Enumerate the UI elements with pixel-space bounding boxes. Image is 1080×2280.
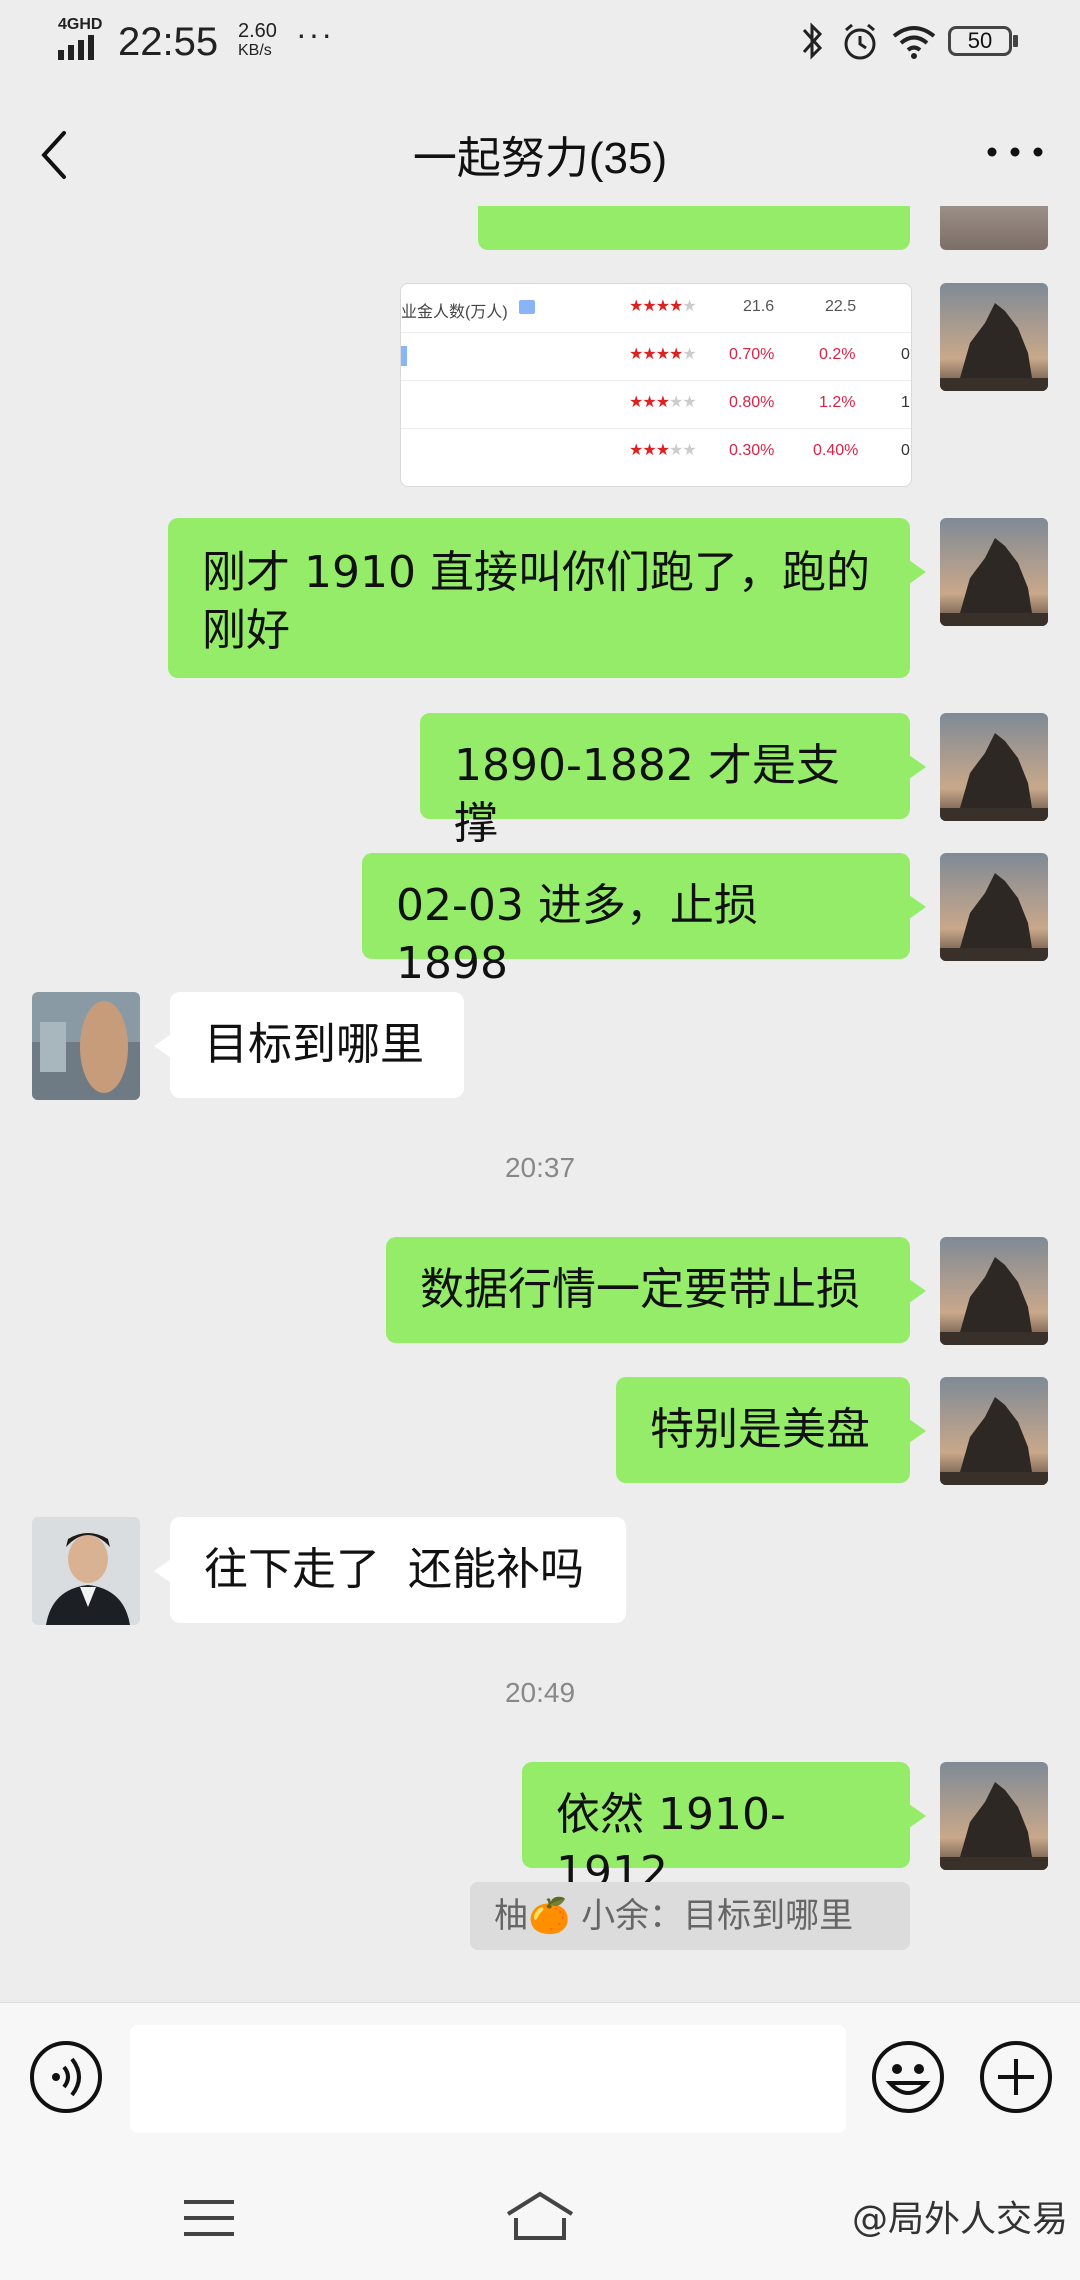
gym-avatar-image xyxy=(32,992,140,1100)
table-row: ★★★★★ 0.80% 1.2% 1 xyxy=(401,380,911,429)
message-text: 数据行情一定要带止损 xyxy=(420,1264,860,1315)
my-avatar[interactable] xyxy=(940,206,1048,250)
voice-input-icon[interactable] xyxy=(28,2039,104,2115)
table-cell: 0 xyxy=(901,346,910,363)
status-more-icon: ··· xyxy=(296,16,334,52)
table-cell: 0.40% xyxy=(813,442,859,459)
statue-avatar-image xyxy=(940,1762,1048,1870)
bluetooth-icon xyxy=(802,22,823,60)
message-text: 目标到哪里 xyxy=(204,1019,424,1070)
chat-header: 一起努力(35) xyxy=(0,82,1080,217)
table-cell: 1 xyxy=(901,394,910,411)
message-text: 往下走了 还能补吗 xyxy=(204,1544,584,1595)
speed-value: 2.60 xyxy=(238,20,277,42)
table-cell: 0.2% xyxy=(819,346,856,363)
network-type: 4GHD xyxy=(58,16,103,33)
statue-avatar-image xyxy=(940,713,1048,821)
message-bubble[interactable]: 特别是美盘 xyxy=(616,1377,926,1483)
table-cell: 21.6 xyxy=(743,298,775,315)
message-bubble[interactable]: 02-03 进多，止损 1898 xyxy=(362,853,926,989)
battery-tip xyxy=(1013,35,1018,47)
table-cell: 0.80% xyxy=(729,394,775,411)
info-badge-icon xyxy=(519,300,535,314)
message-text: 刚才 1910 直接叫你们跑了，跑的 xyxy=(202,547,870,598)
table-row: ★★★★★ 0.70% 0.2% 0 xyxy=(401,332,911,381)
my-avatar[interactable] xyxy=(940,1237,1048,1345)
table-cell: 0.30% xyxy=(729,442,775,459)
more-options-icon[interactable] xyxy=(980,117,1050,187)
table-row: ★★★★★ 0.30% 0.40% 0 xyxy=(401,428,911,476)
table-cell: 0 xyxy=(901,442,910,459)
statue-avatar-image xyxy=(940,853,1048,961)
message-text: 1890-1882 才是支撑 xyxy=(454,740,840,849)
my-avatar[interactable] xyxy=(940,713,1048,821)
home-icon[interactable] xyxy=(502,2188,578,2244)
table-cell: 0.70% xyxy=(729,346,775,363)
my-avatar[interactable] xyxy=(940,853,1048,961)
message-bubble[interactable]: 目标到哪里 xyxy=(154,992,464,1098)
alarm-icon xyxy=(844,23,876,60)
message-text: 02-03 进多，止损 1898 xyxy=(396,880,758,989)
rating-stars: ★★★★★ xyxy=(629,346,697,363)
man-portrait-avatar-image xyxy=(32,1517,140,1625)
signal-icon xyxy=(58,35,94,60)
shared-image-table[interactable]: 业金人数(万人) ★★★★★ 21.6 22.5 ★★★★★ 0.70% 0.2… xyxy=(400,283,912,487)
system-navigation-bar: @局外人交易 xyxy=(0,2150,1080,2280)
plus-icon[interactable] xyxy=(978,2039,1054,2115)
statue-avatar-image xyxy=(940,283,1048,391)
statue-avatar-image xyxy=(940,518,1048,626)
message-bubble[interactable]: 1890-1882 才是支撑 xyxy=(420,713,926,849)
input-bar xyxy=(0,2002,1080,2151)
my-avatar[interactable] xyxy=(940,283,1048,391)
row-marker xyxy=(401,346,407,366)
message-bubble[interactable]: 依然 1910-1912 xyxy=(522,1762,926,1898)
table-cell: 1.2% xyxy=(819,394,856,411)
message-bubble[interactable]: 往下走了 还能补吗 xyxy=(154,1517,626,1623)
message-timestamp: 20:37 xyxy=(504,1152,576,1183)
rating-stars: ★★★★★ xyxy=(629,442,697,459)
message-input[interactable] xyxy=(130,2025,846,2133)
message-bubble[interactable]: 刚才 1910 直接叫你们跑了，跑的 刚好 xyxy=(168,518,926,678)
network-speed: 2.60 KB/s xyxy=(238,20,277,60)
sender-avatar[interactable] xyxy=(32,992,140,1100)
message-text: 特别是美盘 xyxy=(650,1404,870,1455)
emoji-icon[interactable] xyxy=(870,2039,946,2115)
sender-avatar[interactable] xyxy=(32,1517,140,1625)
statue-avatar-image xyxy=(940,1237,1048,1345)
chat-title: 一起努力(35) xyxy=(412,134,668,183)
message-text: 刚好 xyxy=(202,605,290,656)
my-avatar[interactable] xyxy=(940,1762,1048,1870)
wifi-icon xyxy=(892,26,936,59)
speed-unit: KB/s xyxy=(238,42,272,59)
battery-indicator: 50 xyxy=(948,26,1012,56)
message-timestamp: 20:49 xyxy=(504,1677,576,1708)
table-header-label: 业金人数(万人) xyxy=(401,304,508,321)
table-row: 业金人数(万人) ★★★★★ 21.6 22.5 xyxy=(401,284,911,333)
watermark-text: @局外人交易 xyxy=(851,2199,1068,2240)
quoted-message[interactable]: 柚🍊 小余：目标到哪里 xyxy=(470,1882,910,1950)
statue-avatar-image xyxy=(940,1377,1048,1485)
my-avatar[interactable] xyxy=(940,518,1048,626)
clock: 22:55 xyxy=(118,20,219,64)
table-cell: 22.5 xyxy=(825,298,857,315)
message-bubble[interactable]: 数据行情一定要带止损 xyxy=(386,1237,926,1343)
partial-message-bubble[interactable] xyxy=(478,206,910,250)
rating-stars: ★★★★★ xyxy=(629,394,697,411)
my-avatar[interactable] xyxy=(940,1377,1048,1485)
status-bar: 4GHD 22:55 2.60 KB/s ··· 50 xyxy=(0,0,1080,82)
rating-stars: ★★★★★ xyxy=(629,298,697,315)
menu-icon[interactable] xyxy=(180,2196,240,2242)
